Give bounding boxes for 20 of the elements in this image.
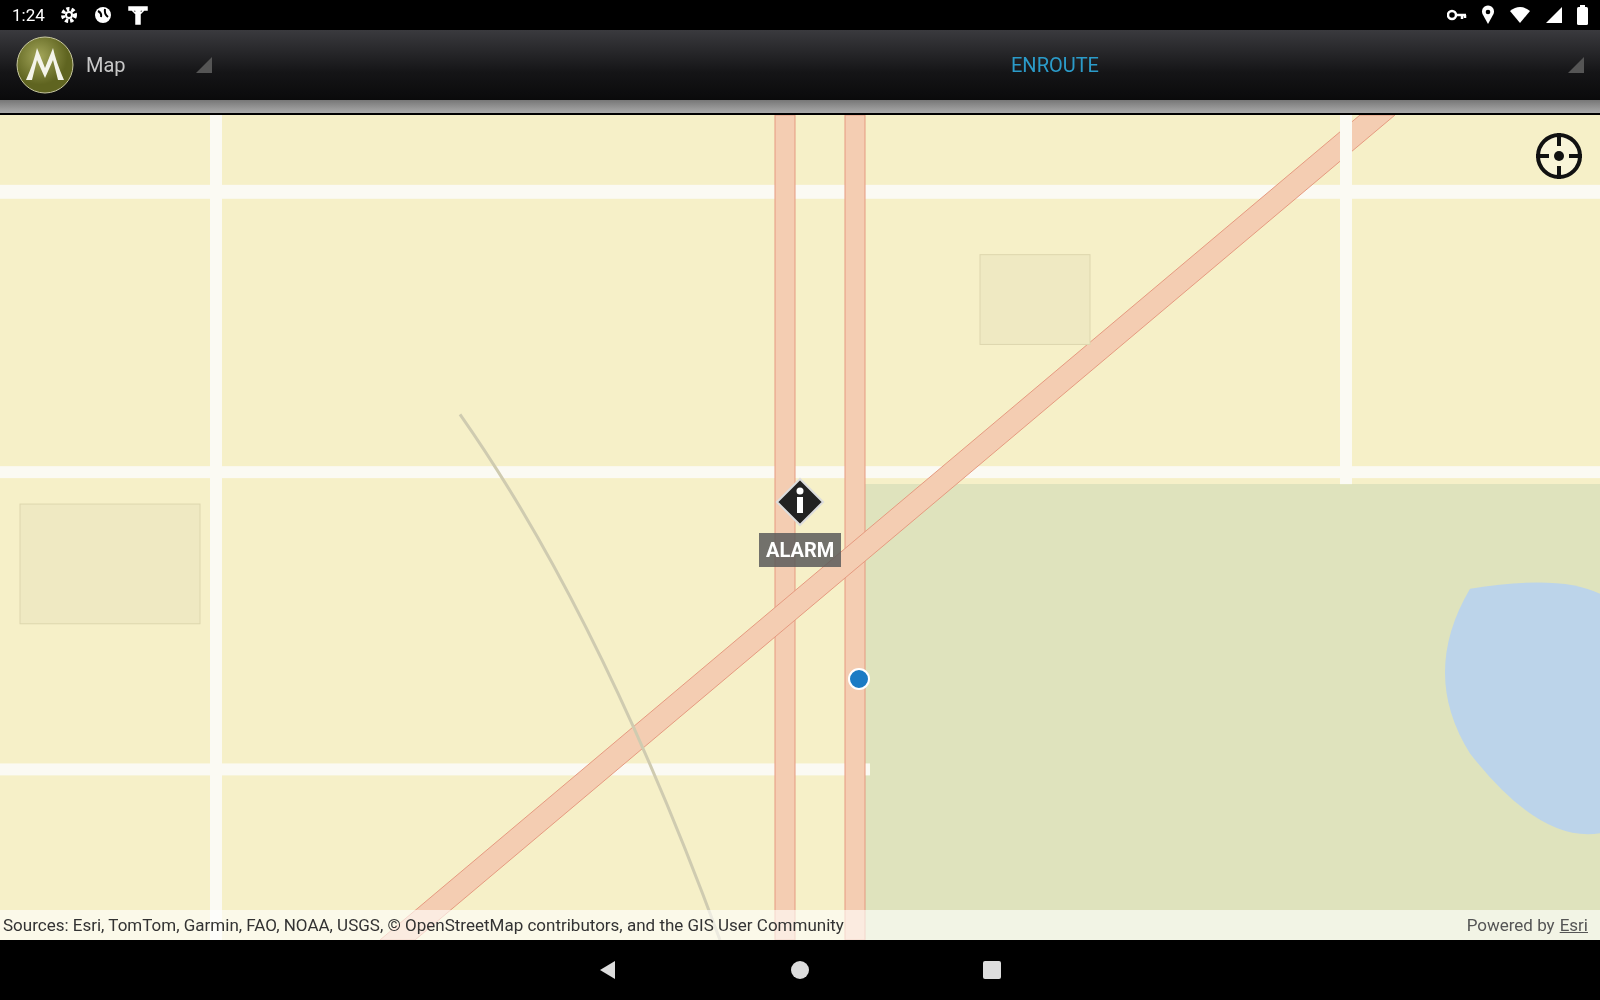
- screen-title: Map: [86, 53, 127, 77]
- battery-icon: [1577, 5, 1588, 25]
- wifi-icon: [1509, 6, 1531, 24]
- clock: 1:24: [12, 5, 45, 25]
- info-marker-icon[interactable]: [775, 477, 826, 527]
- unit-status: ENROUTE: [1011, 53, 1099, 77]
- signal-icon: [1545, 6, 1563, 24]
- marker-label: ALARM: [759, 533, 842, 567]
- crosshair-icon[interactable]: [1534, 131, 1584, 181]
- location-pin-icon: [1481, 5, 1495, 25]
- recents-icon[interactable]: [981, 959, 1003, 981]
- esri-link[interactable]: Esri: [1559, 915, 1588, 935]
- key-icon: [1447, 8, 1467, 22]
- dropdown-corner-icon[interactable]: [1568, 57, 1584, 73]
- gear-icon: [58, 5, 79, 25]
- dropdown-corner-icon[interactable]: [196, 57, 212, 73]
- home-icon[interactable]: [789, 959, 811, 981]
- map-sources: Sources: Esri, TomTom, Garmin, FAO, NOAA, USGS, © OpenStreetMap contributors, and the GIS User Community: [3, 915, 844, 935]
- powered-by-text: Powered by: [1466, 915, 1555, 935]
- logo-icon[interactable]: [16, 36, 74, 94]
